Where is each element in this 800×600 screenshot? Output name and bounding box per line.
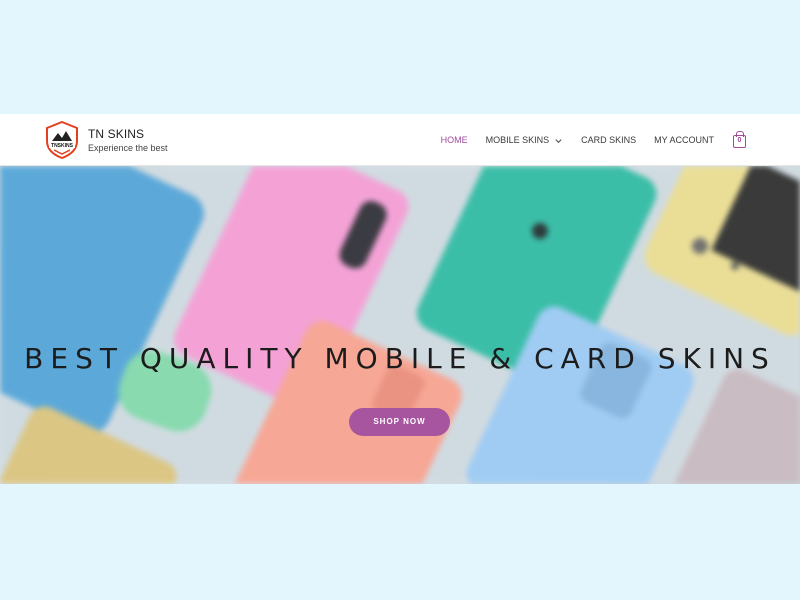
- cart-icon[interactable]: 0: [732, 131, 748, 149]
- cart-count: 0: [733, 135, 746, 148]
- nav-card-skins-label: CARD SKINS: [581, 135, 637, 145]
- site-tagline: Experience the best: [88, 143, 168, 153]
- hero-overlay: [0, 166, 800, 484]
- nav-home-label: HOME: [440, 135, 468, 145]
- nav-item-card-skins[interactable]: CARD SKINS: [581, 135, 636, 145]
- hero-banner: BEST QUALITY MOBILE & CARD SKINS SHOP NO…: [0, 166, 800, 484]
- hero-heading: BEST QUALITY MOBILE & CARD SKINS: [24, 342, 776, 375]
- nav-item-mobile-skins[interactable]: MOBILE SKINS: [486, 135, 564, 145]
- nav-item-my-account[interactable]: MY ACCOUNT: [654, 135, 714, 145]
- chevron-down-icon: [555, 138, 562, 143]
- nav-my-account-label: MY ACCOUNT: [654, 135, 714, 145]
- main-nav: HOME MOBILE SKINS CARD SKINS MY ACCOUNT …: [441, 114, 800, 166]
- nav-mobile-skins-label: MOBILE SKINS: [485, 135, 550, 145]
- shop-now-button[interactable]: SHOP NOW: [349, 408, 450, 436]
- nav-item-home[interactable]: HOME: [441, 135, 468, 145]
- site-logo[interactable]: TNSKINS: [44, 121, 80, 159]
- logo-text: TNSKINS: [51, 143, 74, 149]
- site-title[interactable]: TN SKINS: [88, 127, 144, 141]
- site-header: TNSKINS TN SKINS Experience the best HOM…: [0, 114, 800, 166]
